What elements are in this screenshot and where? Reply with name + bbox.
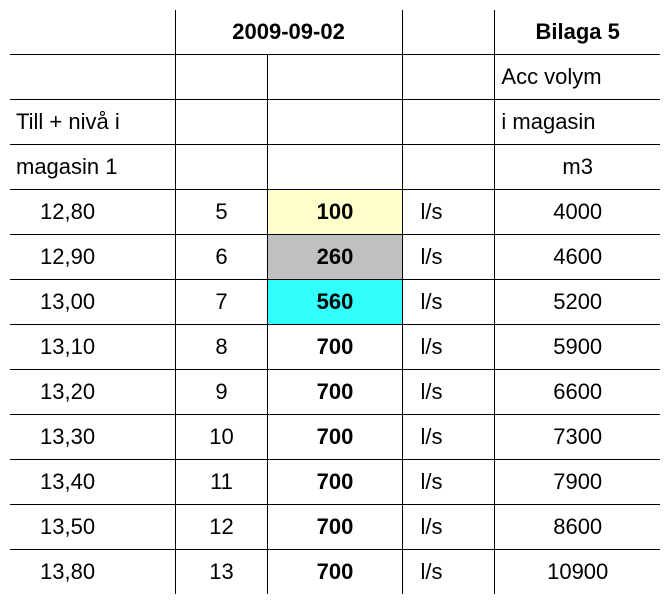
index-cell: 10 (175, 415, 268, 460)
table-row: 12,906260l/s4600 (10, 235, 660, 280)
unit-cell: l/s (402, 505, 495, 550)
unit-cell: l/s (402, 235, 495, 280)
till-niva-label: Till + nivå i (10, 100, 175, 145)
flow-cell: 700 (268, 415, 402, 460)
acc-volym-cell: 7900 (495, 460, 660, 505)
index-cell: 6 (175, 235, 268, 280)
table-row: 13,3010700l/s7300 (10, 415, 660, 460)
table-row: 13,5012700l/s8600 (10, 505, 660, 550)
header-blank-2 (402, 10, 495, 55)
flow-cell: 700 (268, 460, 402, 505)
cell (402, 145, 495, 190)
cell (402, 55, 495, 100)
flow-cell: 700 (268, 325, 402, 370)
acc-volym-cell: 4000 (495, 190, 660, 235)
index-cell: 13 (175, 550, 268, 595)
level-cell: 13,00 (10, 280, 175, 325)
flow-cell: 700 (268, 505, 402, 550)
header-bilaga: Bilaga 5 (495, 10, 660, 55)
level-cell: 13,10 (10, 325, 175, 370)
flow-cell: 100 (268, 190, 402, 235)
cell (175, 55, 268, 100)
acc-volym-label: Acc volym (495, 55, 660, 100)
i-magasin-label: i magasin (495, 100, 660, 145)
flow-cell: 260 (268, 235, 402, 280)
unit-cell: l/s (402, 325, 495, 370)
table-row: 13,007560l/s5200 (10, 280, 660, 325)
index-cell: 11 (175, 460, 268, 505)
magasin1-label: magasin 1 (10, 145, 175, 190)
level-cell: 13,40 (10, 460, 175, 505)
cell (175, 100, 268, 145)
unit-cell: l/s (402, 550, 495, 595)
header-blank (10, 10, 175, 55)
m3-label: m3 (495, 145, 660, 190)
acc-volym-cell: 6600 (495, 370, 660, 415)
flow-cell: 560 (268, 280, 402, 325)
subheader-row-1: Acc volym (10, 55, 660, 100)
acc-volym-cell: 7300 (495, 415, 660, 460)
acc-volym-cell: 10900 (495, 550, 660, 595)
level-cell: 13,30 (10, 415, 175, 460)
index-cell: 12 (175, 505, 268, 550)
table-row: 13,209700l/s6600 (10, 370, 660, 415)
table-row: 13,8013700l/s10900 (10, 550, 660, 595)
index-cell: 8 (175, 325, 268, 370)
cell (175, 145, 268, 190)
level-cell: 12,80 (10, 190, 175, 235)
level-cell: 12,90 (10, 235, 175, 280)
subheader-row-2: Till + nivå i i magasin (10, 100, 660, 145)
level-cell: 13,80 (10, 550, 175, 595)
unit-cell: l/s (402, 190, 495, 235)
acc-volym-cell: 8600 (495, 505, 660, 550)
acc-volym-cell: 5900 (495, 325, 660, 370)
acc-volym-cell: 4600 (495, 235, 660, 280)
header-date: 2009-09-02 (175, 10, 402, 55)
cell (268, 100, 402, 145)
unit-cell: l/s (402, 460, 495, 505)
cell (10, 55, 175, 100)
level-cell: 13,20 (10, 370, 175, 415)
cell (402, 100, 495, 145)
cell (268, 145, 402, 190)
table-row: 12,805100l/s4000 (10, 190, 660, 235)
cell (268, 55, 402, 100)
flow-cell: 700 (268, 550, 402, 595)
header-row: 2009-09-02 Bilaga 5 (10, 10, 660, 55)
table-row: 13,4011700l/s7900 (10, 460, 660, 505)
data-table: 2009-09-02 Bilaga 5 Acc volym Till + niv… (10, 10, 660, 594)
unit-cell: l/s (402, 370, 495, 415)
level-cell: 13,50 (10, 505, 175, 550)
index-cell: 7 (175, 280, 268, 325)
flow-cell: 700 (268, 370, 402, 415)
index-cell: 9 (175, 370, 268, 415)
unit-cell: l/s (402, 280, 495, 325)
unit-cell: l/s (402, 415, 495, 460)
acc-volym-cell: 5200 (495, 280, 660, 325)
table-row: 13,108700l/s5900 (10, 325, 660, 370)
index-cell: 5 (175, 190, 268, 235)
subheader-row-3: magasin 1 m3 (10, 145, 660, 190)
